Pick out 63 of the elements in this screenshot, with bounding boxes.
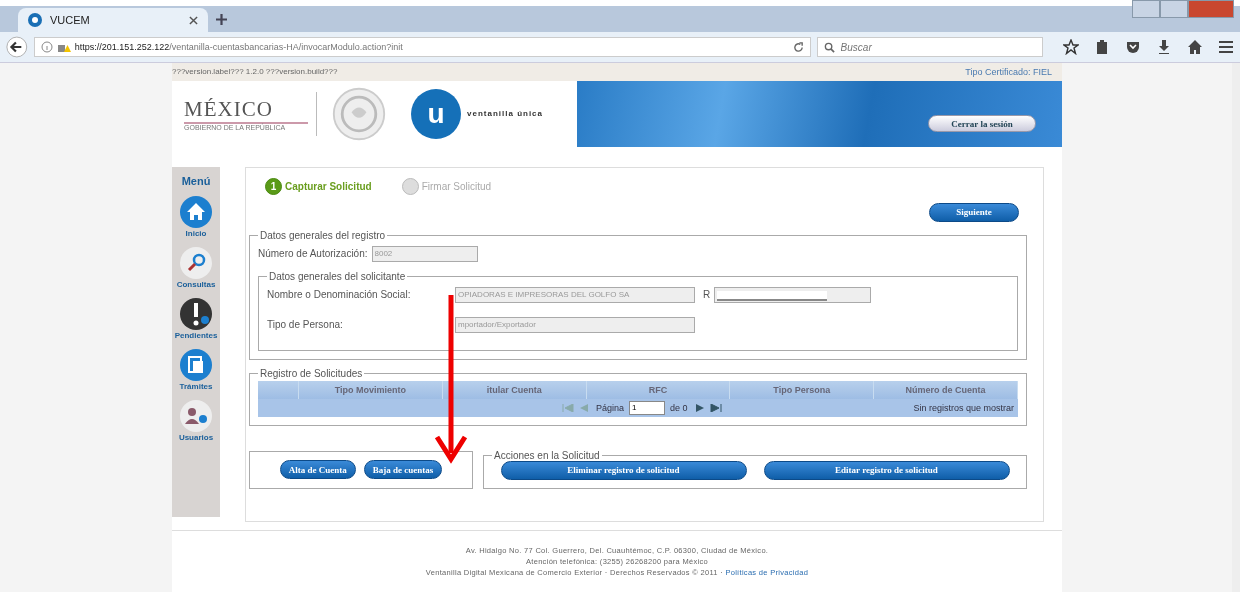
reload-icon[interactable] (792, 41, 804, 53)
next-button[interactable]: Siguiente (929, 202, 1019, 222)
close-icon[interactable] (189, 15, 198, 25)
account-button[interactable]: Alta de Cuenta (279, 460, 356, 480)
fieldset-legend: Datos generales del registro (258, 229, 388, 241)
logo-title: MÉXICO (184, 96, 308, 124)
download-icon[interactable] (1156, 39, 1172, 55)
browser-tab[interactable]: VUCEM (18, 8, 208, 32)
new-tab-icon[interactable] (216, 14, 227, 25)
exclamation-icon (179, 296, 213, 331)
document-icon (179, 347, 213, 382)
brand-logo: u (411, 88, 461, 139)
fieldset-legend: Registro de Solicitudes (258, 367, 365, 379)
request-action-button[interactable]: Editar registro de solicitud (763, 460, 1010, 480)
address-field[interactable]: https://201.151.252.122/ventanilla-cuentasbancarias-HA/invocarModulo.action?init (33, 37, 811, 57)
page-field[interactable]: 1 (629, 400, 666, 415)
back-icon[interactable] (6, 36, 28, 58)
column-header[interactable]: Tipo Persona (730, 380, 875, 399)
request-action-button[interactable]: Eliminar registro de solicitud (500, 460, 747, 480)
logout-button[interactable]: Cerrar la sesión (928, 115, 1036, 133)
certificate-text: Tipo Certificado: FIEL (965, 66, 1052, 77)
account-button[interactable]: Baja de cuentas (363, 460, 443, 480)
rfc-field[interactable] (714, 286, 872, 303)
home-icon (179, 194, 213, 229)
page-count: de 0 (670, 402, 688, 413)
column-header[interactable]: RFC (586, 380, 731, 399)
wizard-step[interactable]: Firmar Solicitud (401, 177, 492, 195)
magnifier-icon (179, 245, 213, 280)
column-header[interactable]: Número de Cuenta (874, 380, 1018, 399)
wizard-step[interactable]: 1 Capturar Solicitud (265, 177, 372, 195)
seal-icon (331, 85, 387, 142)
field-label: Número de Autorización: (258, 248, 368, 260)
column-header[interactable]: Tipo Movimiento (299, 380, 443, 399)
menu-icon[interactable] (1218, 39, 1234, 55)
person-type-field[interactable]: mportador/Exportador (455, 316, 695, 333)
star-icon[interactable] (1063, 39, 1079, 55)
field-label: R (703, 289, 711, 301)
search-box[interactable]: Buscar (816, 37, 1043, 57)
fieldset-legend: Acciones en la Solicitud (492, 449, 602, 461)
empty-status-text: Sin registros que mostrar (913, 402, 1014, 413)
menu-item[interactable]: Consultas (176, 245, 216, 289)
menu-item[interactable]: Trámites (179, 347, 213, 391)
last-page-icon[interactable] (709, 403, 722, 412)
menu-item[interactable]: Usuarios (178, 398, 214, 442)
menu-item[interactable]: Inicio (179, 194, 213, 238)
field-label: Nombre o Denominación Social: (267, 289, 412, 301)
fieldset-legend: Datos generales del solicitante (267, 270, 408, 282)
page-label: Página (596, 402, 625, 413)
home-icon[interactable] (1187, 39, 1203, 55)
column-header[interactable]: itular Cuenta (442, 380, 587, 399)
info-icon (40, 41, 53, 53)
menu-title: Menú (181, 174, 211, 187)
field-label: Tipo de Persona: (267, 319, 344, 331)
menu-item[interactable]: Pendientes (174, 296, 218, 340)
clipboard-icon[interactable] (1094, 39, 1110, 55)
version-text: ???version.label??? 1.2.0 ???version.build??? (172, 67, 338, 77)
authorization-field[interactable]: 8002 (371, 245, 478, 262)
site-logo-icon (28, 13, 42, 27)
pocket-icon[interactable] (1125, 39, 1141, 55)
search-icon (823, 41, 835, 53)
brand-name: ventanilla única (467, 109, 545, 119)
users-icon (179, 398, 213, 433)
scrollbar[interactable] (1232, 63, 1240, 592)
